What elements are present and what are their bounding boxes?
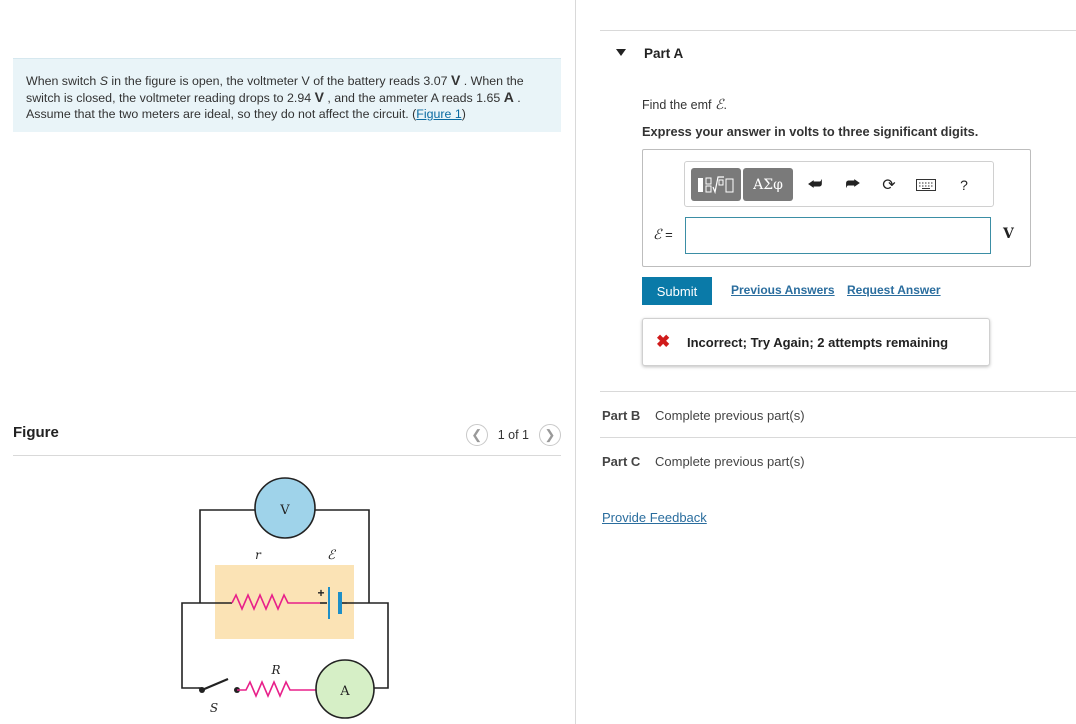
math-toolbar: ΑΣφ ⮨ ⮫ ⟳ ? xyxy=(684,161,994,207)
ammeter-label: A xyxy=(339,684,350,699)
switch-variable: S xyxy=(99,74,108,88)
prompt-text: . xyxy=(723,98,727,112)
problem-text: in the figure is open, the voltmeter V o… xyxy=(107,74,451,88)
internal-resistance-label: r xyxy=(255,548,262,562)
part-c-status: Complete previous part(s) xyxy=(655,454,805,469)
answer-panel: ΑΣφ ⮨ ⮫ ⟳ ? ℰ = V xyxy=(642,149,1031,267)
part-c-label: Part C xyxy=(602,454,641,469)
answer-label: ℰ = xyxy=(653,227,673,243)
problem-text: , and the ammeter A reads 1.65 xyxy=(323,91,504,105)
part-a-header[interactable]: Part A xyxy=(600,30,1076,76)
unit-label: V xyxy=(1003,226,1014,242)
battery-box xyxy=(215,565,354,639)
request-answer-link[interactable]: Request Answer xyxy=(847,283,941,297)
error-x-icon: ✖ xyxy=(656,332,671,351)
figure-title: Figure xyxy=(13,424,59,441)
greek-symbols-button[interactable]: ΑΣφ xyxy=(743,168,793,201)
resistor-r xyxy=(237,679,318,699)
plus-label: + xyxy=(317,586,324,600)
circuit-diagram: V A r ℰ + R S xyxy=(181,477,389,719)
problem-statement: When switch S in the figure is open, the… xyxy=(13,58,561,132)
part-b-row: Part B Complete previous part(s) xyxy=(600,391,1076,437)
prompt-text: Find the emf xyxy=(642,98,715,112)
resistor-label: R xyxy=(270,663,280,677)
feedback-text: Incorrect; Try Again; 2 attempts remaini… xyxy=(687,335,949,350)
keyboard-icon[interactable] xyxy=(915,174,937,196)
part-c-row: Part C Complete previous part(s) xyxy=(600,437,1076,483)
part-b-label: Part B xyxy=(602,408,641,423)
question-prompt: Find the emf ℰ. xyxy=(642,97,727,113)
chevron-left-icon[interactable]: ❮ xyxy=(465,424,488,446)
provide-feedback-link[interactable]: Provide Feedback xyxy=(602,510,707,525)
unit-volts: V xyxy=(314,89,324,105)
chevron-right-icon[interactable]: ❯ xyxy=(539,424,561,446)
previous-answers-link[interactable]: Previous Answers xyxy=(731,283,835,297)
feedback-message: ✖ Incorrect; Try Again; 2 attempts remai… xyxy=(642,318,990,366)
answer-instructions: Express your answer in volts to three si… xyxy=(642,124,979,139)
left-pane: When switch S in the figure is open, the… xyxy=(0,0,575,724)
problem-text: When switch xyxy=(26,74,100,88)
collapse-caret-icon[interactable] xyxy=(616,49,626,56)
submit-button[interactable]: Submit xyxy=(642,277,712,305)
equals-sign: = xyxy=(661,227,673,242)
figure-pager: ❮ 1 of 1 ❯ xyxy=(465,424,561,446)
unit-volts: V xyxy=(450,72,461,88)
part-a-title: Part A xyxy=(644,46,684,61)
switch-label: S xyxy=(210,701,218,715)
figure-header: Figure ❮ 1 of 1 ❯ xyxy=(13,422,561,456)
emf-label: ℰ xyxy=(327,548,336,563)
redo-icon[interactable]: ⮫ xyxy=(842,174,864,196)
right-pane: Part A Find the emf ℰ. Express your answ… xyxy=(576,0,1076,724)
help-button[interactable]: ? xyxy=(953,174,975,196)
pager-text: 1 of 1 xyxy=(497,428,529,442)
switch-arm xyxy=(201,677,229,692)
unit-amps: A xyxy=(503,89,514,105)
voltmeter-label: V xyxy=(279,503,290,518)
answer-input[interactable] xyxy=(685,217,991,254)
problem-text: ) xyxy=(461,107,466,121)
fraction-sqrt-template-icon[interactable] xyxy=(691,168,741,201)
reset-icon[interactable]: ⟳ xyxy=(878,174,900,196)
part-b-status: Complete previous part(s) xyxy=(655,408,805,423)
undo-icon[interactable]: ⮨ xyxy=(804,174,826,196)
figure-link[interactable]: Figure 1 xyxy=(416,107,461,121)
